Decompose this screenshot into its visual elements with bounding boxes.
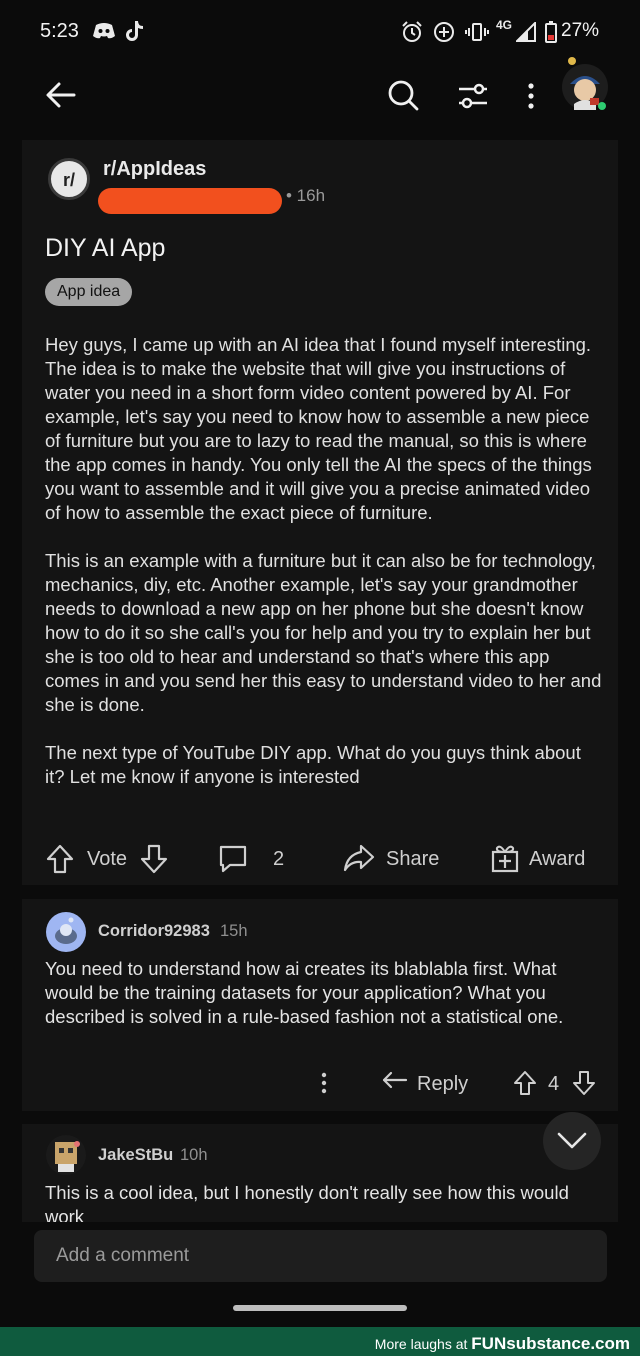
watermark-footer: More laughs at FUNsubstance.com <box>0 1327 640 1356</box>
share-icon[interactable] <box>343 844 375 872</box>
signal-icon <box>516 22 536 42</box>
more-vertical-icon[interactable] <box>526 82 536 110</box>
comment-text: You need to understand how ai creates it… <box>45 958 564 1027</box>
subreddit-icon-text: r/ <box>62 170 75 190</box>
comment-score: 4 <box>548 1073 560 1095</box>
commenter-avatar[interactable] <box>45 911 87 953</box>
commenter-avatar[interactable] <box>45 1134 87 1176</box>
award-label[interactable]: Award <box>529 848 585 871</box>
comment-icon[interactable] <box>218 844 248 874</box>
post-title: DIY AI App <box>45 234 166 262</box>
watermark-prefix: More laughs at <box>374 1336 468 1352</box>
user-avatar[interactable] <box>560 56 610 112</box>
add-comment-placeholder: Add a comment <box>56 1245 190 1266</box>
post-paragraph: The next type of YouTube DIY app. What d… <box>45 742 581 787</box>
comment-count[interactable]: 2 <box>273 848 284 871</box>
alarm-icon <box>401 21 423 43</box>
next-comment-button[interactable] <box>543 1112 601 1170</box>
comment-username[interactable]: JakeStBu <box>98 1146 173 1165</box>
redacted-username <box>98 188 282 214</box>
app-bar <box>0 57 640 132</box>
comment-upvote-icon[interactable] <box>513 1070 537 1096</box>
more-vertical-icon[interactable] <box>320 1072 328 1094</box>
add-comment-input[interactable]: Add a comment <box>34 1230 607 1282</box>
back-arrow-icon[interactable] <box>44 78 78 112</box>
vote-label: Vote <box>87 848 128 870</box>
post-flair[interactable]: App idea <box>45 278 133 306</box>
comment-downvote-icon[interactable] <box>572 1070 596 1096</box>
comment-username[interactable]: Corridor92983 <box>98 922 210 941</box>
search-icon[interactable] <box>387 79 419 111</box>
subreddit-icon[interactable]: r/ <box>48 158 90 200</box>
data-saver-icon <box>433 21 455 43</box>
downvote-icon[interactable] <box>140 844 168 874</box>
battery-icon <box>544 21 558 43</box>
chevron-down-icon <box>557 1132 587 1150</box>
watermark-text: More laughs at FUNsubstance.com <box>375 1334 630 1354</box>
sort-filter-icon[interactable] <box>458 82 488 110</box>
network-label: 4G <box>496 18 513 32</box>
post-body: Hey guys, I came up with an AI idea that… <box>45 333 605 813</box>
status-time: 5:23 <box>40 20 79 42</box>
comment-text: This is a cool idea, but I honestly don'… <box>45 1182 569 1223</box>
home-indicator[interactable] <box>233 1305 407 1311</box>
post-paragraph: Hey guys, I came up with an AI idea that… <box>45 334 592 523</box>
vibrate-icon <box>465 21 489 43</box>
comment-time: 10h <box>180 1146 208 1164</box>
comment-time: 15h <box>220 922 248 940</box>
reply-label[interactable]: Reply <box>417 1073 468 1096</box>
watermark-brand: FUNsubstance.com <box>471 1334 630 1353</box>
reply-icon[interactable] <box>382 1071 408 1093</box>
post-time: • 16h <box>286 186 326 205</box>
status-bar: 5:23 4G 27% <box>0 0 640 62</box>
battery-percent: 27% <box>561 20 600 41</box>
award-icon[interactable] <box>491 843 519 873</box>
subreddit-name[interactable]: r/AppIdeas <box>103 158 206 181</box>
discord-icon <box>92 22 116 40</box>
upvote-icon[interactable] <box>46 844 74 874</box>
tiktok-icon <box>124 20 144 42</box>
post-paragraph: This is an example with a furniture but … <box>45 550 602 715</box>
share-label[interactable]: Share <box>386 848 439 871</box>
